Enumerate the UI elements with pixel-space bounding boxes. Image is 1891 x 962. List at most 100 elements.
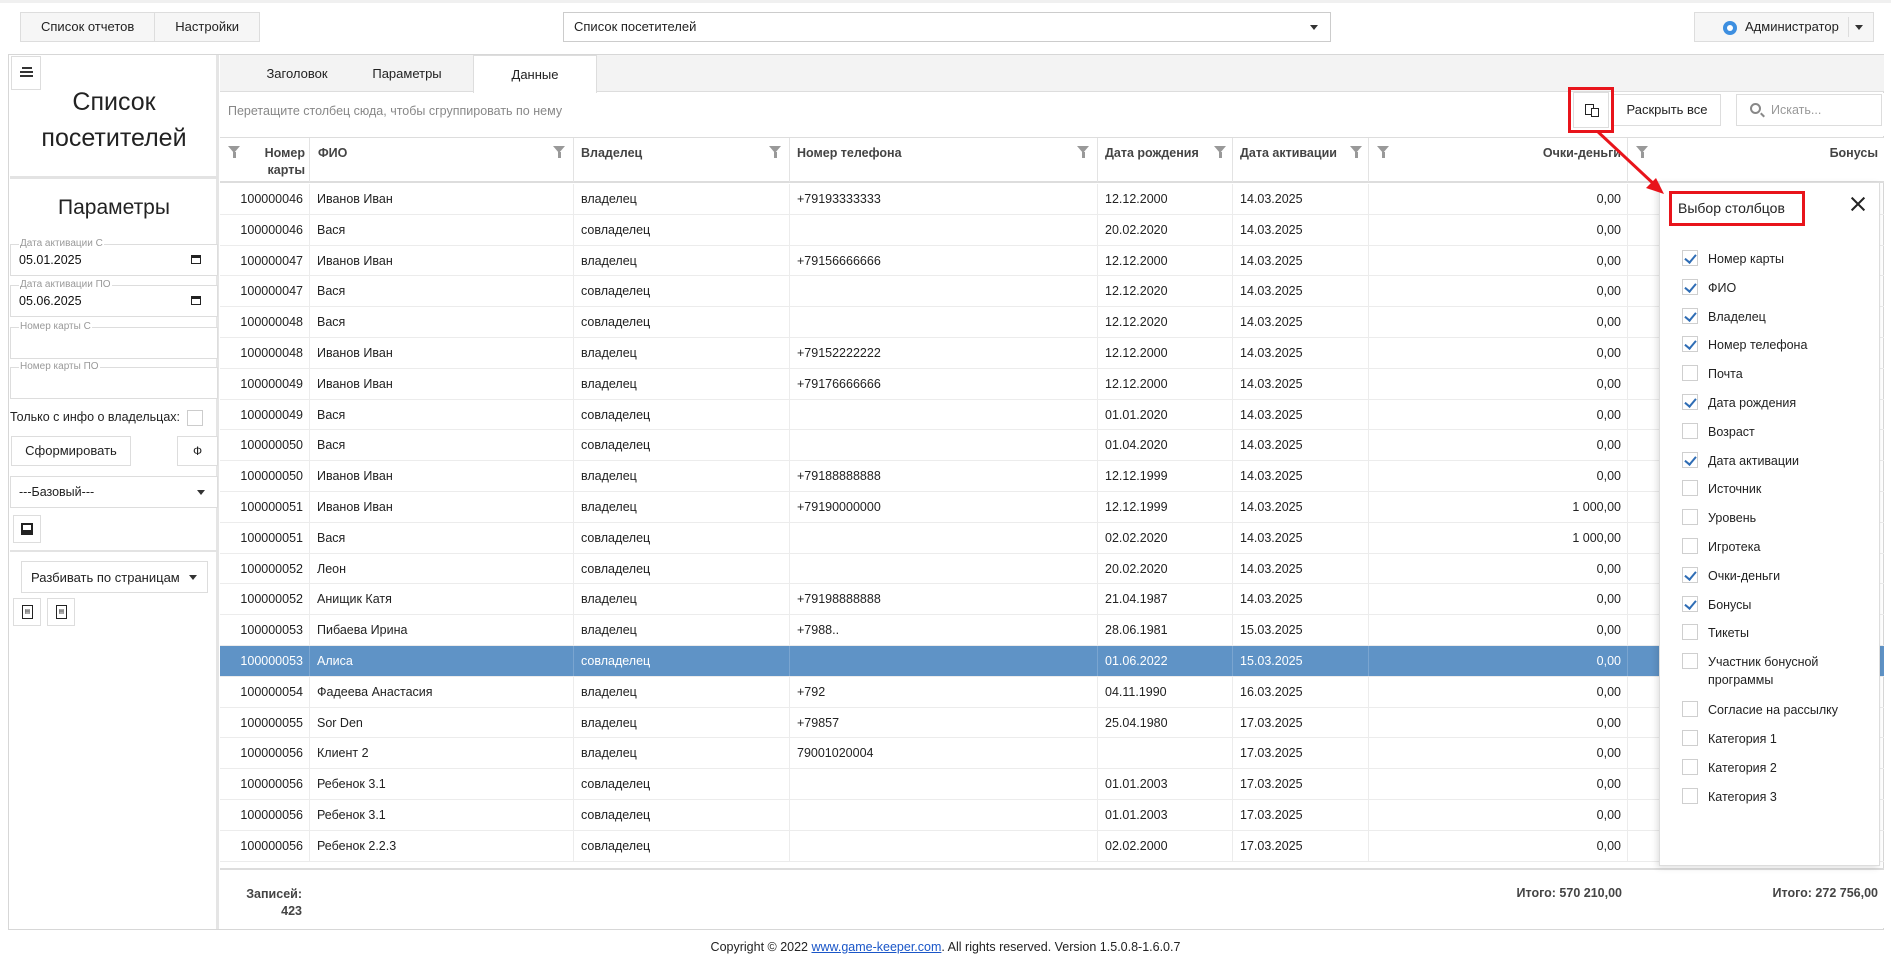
cell-owner: совладелец — [574, 522, 790, 553]
column-header-points[interactable]: Очки-деньги — [1369, 138, 1628, 182]
cell-phone — [790, 830, 1098, 861]
column-option-checkbox[interactable] — [1682, 365, 1698, 382]
cell-phone — [790, 799, 1098, 830]
paging-select[interactable]: Разбивать по страницам — [21, 561, 208, 593]
table-row[interactable]: 100000046 Вася совладелец 20.02.2020 14.03.2… — [220, 214, 1884, 246]
column-header-owner[interactable]: Владелец — [574, 138, 790, 182]
column-option-checkbox[interactable] — [1682, 394, 1698, 410]
column-option-checkbox[interactable] — [1682, 653, 1698, 670]
table-row[interactable]: 100000054 Фадеева Анастасия владелец +792 04… — [220, 676, 1884, 708]
table-row[interactable]: 100000051 Иванов Иван владелец +79190000000… — [220, 491, 1884, 523]
column-option-checkbox[interactable] — [1682, 624, 1698, 641]
column-header-activation-date[interactable]: Дата активации — [1233, 138, 1369, 182]
card-number-to-field[interactable]: Номер карты ПО — [10, 361, 218, 399]
table-row[interactable]: 100000053 Алиса совладелец 01.06.2022 15.03.… — [220, 645, 1884, 677]
column-option-checkbox[interactable] — [1682, 480, 1698, 497]
cell-birthdate: 12.12.2000 — [1098, 184, 1233, 214]
user-icon — [1723, 21, 1737, 35]
filter-icon[interactable] — [1077, 146, 1089, 158]
table-row[interactable]: 100000056 Ребенок 3.1 совладелец 01.01.2003… — [220, 799, 1884, 831]
column-option-checkbox[interactable] — [1682, 595, 1698, 612]
table-row[interactable]: 100000048 Вася совладелец 12.12.2020 14.03.2… — [220, 307, 1884, 338]
column-header-phone[interactable]: Номер телефона — [790, 138, 1098, 182]
cell-points: 0,00 — [1369, 645, 1628, 676]
save-preset-button[interactable] — [13, 515, 41, 543]
cell-name: Алиса — [310, 645, 574, 676]
table-row[interactable]: 100000056 Ребенок 3.1 совладелец 01.01.2003… — [220, 769, 1884, 800]
table-row[interactable]: 100000052 Анищик Катя владелец +79198888888… — [220, 584, 1884, 616]
column-option-checkbox[interactable] — [1682, 509, 1698, 526]
reports-list-button[interactable]: Список отчетов — [20, 12, 156, 42]
filter-icon[interactable] — [228, 146, 240, 158]
table-row[interactable]: 100000050 Иванов Иван владелец +79188888888… — [220, 461, 1884, 492]
export-xls-button[interactable]: ▤ — [47, 598, 75, 626]
table-row[interactable]: 100000056 Клиент 2 владелец 79001020004 17.0… — [220, 738, 1884, 770]
column-option-checkbox[interactable] — [1682, 758, 1698, 775]
column-header-name[interactable]: ФИО — [310, 138, 574, 182]
website-link[interactable]: www.game-keeper.com — [811, 940, 941, 954]
calendar-icon[interactable] — [191, 255, 201, 264]
cell-name: Вася — [310, 276, 574, 307]
table-row[interactable]: 100000049 Иванов Иван владелец +79176666666… — [220, 368, 1884, 400]
column-option-checkbox[interactable] — [1682, 278, 1698, 295]
owners-only-checkbox[interactable] — [187, 410, 203, 426]
column-header-birthdate[interactable]: Дата рождения — [1098, 138, 1233, 182]
filter-icon[interactable] — [553, 146, 565, 158]
table-row[interactable]: 100000047 Вася совладелец 12.12.2020 14.03.2… — [220, 276, 1884, 308]
filter-icon[interactable] — [1350, 146, 1362, 158]
settings-button[interactable]: Настройки — [155, 12, 261, 42]
table-row[interactable]: 100000055 Sor Den владелец +79857 25.04.1980… — [220, 707, 1884, 739]
search-input[interactable]: Искать... — [1736, 94, 1882, 126]
column-option-label: Номер карты — [1708, 252, 1785, 266]
filter-icon[interactable] — [769, 146, 781, 158]
column-option-checkbox[interactable] — [1682, 336, 1698, 353]
cell-points: 0,00 — [1369, 584, 1628, 615]
cell-birthdate: 28.06.1981 — [1098, 615, 1233, 646]
export-csv-button[interactable]: ▤ — [13, 598, 41, 626]
filter-icon[interactable] — [1377, 146, 1389, 158]
table-row[interactable]: 100000053 Пибаева Ирина владелец +7988.. 28.… — [220, 615, 1884, 646]
column-option-checkbox[interactable] — [1682, 787, 1698, 804]
tab-data[interactable]: Данные — [473, 55, 597, 93]
tab-header[interactable]: Заголовок — [250, 55, 344, 93]
activation-date-to-field[interactable]: Дата активации ПО 05.06.2025 — [10, 279, 218, 317]
table-row[interactable]: 100000050 Вася совладелец 01.04.2020 14.03.2… — [220, 430, 1884, 462]
table-row[interactable]: 100000047 Иванов Иван владелец +79156666666… — [220, 245, 1884, 277]
column-option-label: Игротека — [1708, 540, 1761, 554]
table-row[interactable]: 100000051 Вася совладелец 02.02.2020 14.03.2… — [220, 522, 1884, 554]
calendar-icon[interactable] — [191, 296, 201, 305]
column-option-checkbox[interactable] — [1682, 422, 1698, 439]
tab-parameters[interactable]: Параметры — [360, 55, 454, 93]
form-report-button[interactable]: Сформировать — [11, 436, 131, 466]
table-row[interactable]: 100000049 Вася совладелец 01.01.2020 14.03.2… — [220, 399, 1884, 431]
table-row[interactable]: 100000048 Иванов Иван владелец +79152222222… — [220, 337, 1884, 369]
column-option-checkbox[interactable] — [1682, 566, 1698, 583]
cell-birthdate: 12.12.2000 — [1098, 368, 1233, 399]
field-value: 05.06.2025 — [19, 294, 82, 308]
cell-activation-date: 14.03.2025 — [1233, 276, 1369, 307]
column-option-checkbox[interactable] — [1682, 451, 1698, 468]
close-icon[interactable] — [1850, 196, 1866, 212]
report-select[interactable]: Список посетителей — [563, 12, 1331, 42]
card-number-from-field[interactable]: Номер карты С — [10, 321, 218, 359]
column-option-checkbox[interactable] — [1682, 307, 1698, 324]
activation-date-from-field[interactable]: Дата активации С 05.01.2025 — [10, 238, 218, 276]
cell-card-number: 100000055 — [220, 707, 310, 738]
phi-button[interactable]: Ф — [177, 436, 218, 466]
column-option-checkbox[interactable] — [1682, 730, 1698, 746]
column-option-checkbox[interactable] — [1682, 701, 1698, 718]
column-header-card-number[interactable]: Номер карты — [220, 138, 310, 182]
tab-bar — [220, 55, 1884, 92]
filter-icon[interactable] — [1214, 146, 1226, 158]
cell-activation-date: 14.03.2025 — [1233, 337, 1369, 368]
preset-select[interactable]: ---Базовый--- — [10, 476, 218, 508]
table-row[interactable]: 100000056 Ребенок 2.2.3 совладелец 02.02.20… — [220, 830, 1884, 862]
table-row[interactable]: 100000052 Леон совладелец 20.02.2020 14.03.2… — [220, 553, 1884, 585]
user-menu-button[interactable]: Администратор — [1694, 12, 1874, 42]
column-header-label: Дата активации — [1240, 146, 1337, 160]
expand-all-button[interactable]: Раскрыть все — [1613, 94, 1721, 126]
cell-points: 0,00 — [1369, 368, 1628, 399]
cell-name: Вася — [310, 399, 574, 430]
column-option-checkbox[interactable] — [1682, 538, 1698, 554]
column-option-checkbox[interactable] — [1682, 250, 1698, 266]
